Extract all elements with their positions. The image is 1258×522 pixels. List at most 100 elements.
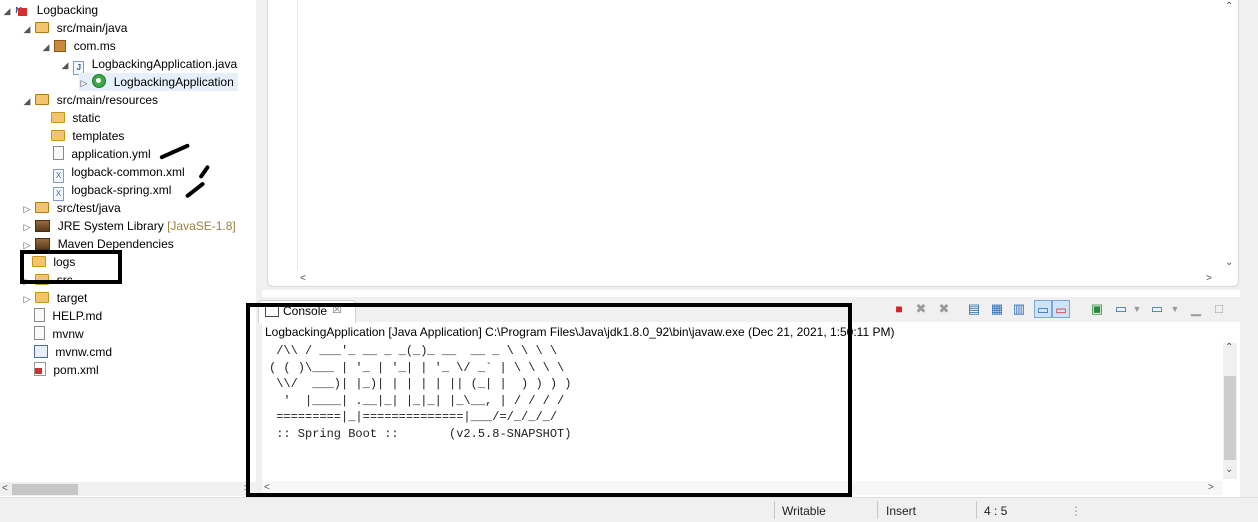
- editor-area: ⌃ ⌄ < >: [262, 0, 1240, 290]
- editor-gutter: [268, 0, 298, 270]
- tree-item-label: LogbackingApplication: [113, 75, 234, 89]
- scrollbar-thumb[interactable]: [1224, 376, 1236, 460]
- tree-item-com-ms[interactable]: ◢ com.ms: [41, 37, 116, 55]
- word-wrap-icon[interactable]: ▥: [1010, 300, 1028, 318]
- show-on-stderr-icon[interactable]: ▭: [1052, 300, 1070, 318]
- tree-item-help-md[interactable]: HELP.md: [34, 307, 102, 325]
- editor-vertical-scrollbar[interactable]: ⌃ ⌄: [1222, 0, 1238, 270]
- remove-launch-icon[interactable]: ✖: [912, 300, 930, 318]
- tree-item-label: JRE System Library: [57, 219, 164, 233]
- tree-item-static[interactable]: static: [51, 109, 100, 127]
- package-icon: [54, 40, 67, 52]
- status-cursor-position: 4 : 5: [984, 504, 1008, 518]
- collapse-arrow-icon[interactable]: ◢: [22, 20, 32, 38]
- terminate-icon[interactable]: ■: [890, 300, 908, 318]
- cmd-file-icon: [34, 345, 48, 358]
- scrollbar-thumb[interactable]: [12, 484, 78, 495]
- scroll-right-icon[interactable]: >: [1206, 272, 1212, 286]
- tree-item-label: logback-common.xml: [71, 165, 185, 179]
- status-separator: [877, 501, 878, 519]
- show-on-stdout-icon[interactable]: ▭: [1034, 300, 1052, 318]
- tree-item-label: mvnw: [52, 327, 84, 341]
- maximize-icon[interactable]: □: [1210, 300, 1228, 318]
- library-icon: [35, 220, 51, 232]
- status-writable: Writable: [782, 504, 826, 518]
- annotation-box-console: [246, 303, 852, 497]
- tree-item-label: HELP.md: [52, 309, 103, 323]
- tree-item-label: static: [72, 111, 101, 125]
- folder-icon: [51, 112, 65, 123]
- tree-item-logback-common-xml[interactable]: X logback-common.xml: [53, 163, 185, 183]
- tree-item-src-test-java[interactable]: ▷ src/test/java: [22, 199, 121, 217]
- folder-icon: [51, 130, 65, 141]
- source-folder-icon: [35, 22, 50, 33]
- expand-arrow-icon[interactable]: ▷: [79, 74, 89, 92]
- scroll-right-icon[interactable]: >: [1208, 481, 1214, 495]
- tree-item-label: pom.xml: [53, 363, 99, 377]
- expand-arrow-icon[interactable]: ▷: [22, 218, 32, 236]
- tree-item-label: application.yml: [71, 147, 151, 161]
- tree-item-logbacking-project[interactable]: ◢ M Logbacking: [2, 1, 99, 20]
- open-console-icon[interactable]: ▭: [1148, 300, 1166, 318]
- project-explorer: ◢ M Logbacking ◢ src/main/java ◢ com.ms …: [0, 0, 256, 497]
- tree-item-application-yml[interactable]: application.yml: [53, 145, 151, 163]
- chevron-down-icon[interactable]: ▼: [1166, 300, 1184, 318]
- remove-all-terminated-icon[interactable]: ✖: [935, 300, 953, 318]
- console-vertical-scrollbar[interactable]: ⌃ ⌄: [1223, 341, 1237, 479]
- expand-arrow-icon[interactable]: ▷: [22, 290, 32, 308]
- editor-horizontal-scrollbar[interactable]: < >: [298, 272, 1222, 286]
- source-folder-icon: [35, 94, 50, 105]
- text-editor[interactable]: ⌃ ⌄ < >: [267, 0, 1239, 287]
- tree-item-pom-xml[interactable]: pom.xml: [34, 361, 99, 379]
- collapse-arrow-icon[interactable]: ◢: [2, 2, 12, 20]
- clear-console-icon[interactable]: ▤: [965, 300, 983, 318]
- tree-item-logback-spring-xml[interactable]: X logback-spring.xml: [53, 181, 172, 201]
- explorer-horizontal-scrollbar[interactable]: < >: [0, 482, 256, 496]
- right-trim: [1240, 0, 1258, 497]
- minimize-icon[interactable]: ▁: [1187, 300, 1205, 318]
- status-insert-mode: Insert: [886, 504, 917, 518]
- source-folder-icon: [35, 202, 50, 213]
- pin-console-icon[interactable]: ▣: [1088, 300, 1106, 318]
- scroll-up-icon[interactable]: ⌃: [1225, 0, 1233, 14]
- scroll-down-icon[interactable]: ⌄: [1225, 463, 1233, 477]
- tree-item-label: mvnw.cmd: [55, 345, 113, 359]
- collapse-arrow-icon[interactable]: ◢: [22, 92, 32, 110]
- text-file-icon: [34, 326, 45, 340]
- tree-item-label: templates: [72, 129, 125, 143]
- text-file-icon: [53, 146, 64, 160]
- status-grip-icon: ⋮: [1070, 504, 1082, 518]
- tree-item-mvnw-cmd[interactable]: mvnw.cmd: [34, 343, 112, 361]
- collapse-arrow-icon[interactable]: ◢: [41, 38, 51, 56]
- scroll-down-icon[interactable]: ⌄: [1225, 256, 1233, 270]
- tree-item-mvnw[interactable]: mvnw: [34, 325, 84, 343]
- chevron-down-icon[interactable]: ▼: [1128, 300, 1146, 318]
- folder-icon: [35, 292, 50, 303]
- scroll-lock-icon[interactable]: ▦: [988, 300, 1006, 318]
- tree-item-label: com.ms: [73, 39, 116, 53]
- tree-item-logbacking-application-java[interactable]: ◢ J LogbackingApplication.java: [60, 55, 237, 75]
- tree-item-label: src/test/java: [56, 201, 121, 215]
- tree-item-label: target: [56, 291, 88, 305]
- tree-item-label: src/main/resources: [56, 93, 159, 107]
- tree-item-label: src/main/java: [56, 21, 128, 35]
- annotation-box-logs: [20, 250, 122, 284]
- maven-project-icon: M: [15, 2, 29, 16]
- tree-item-target[interactable]: ▷ target: [22, 289, 88, 308]
- tree-item-jre-system-library[interactable]: ▷ JRE System Library [JavaSE-1.8]: [22, 217, 236, 235]
- status-separator: [976, 501, 977, 519]
- tree-item-templates[interactable]: templates: [51, 127, 124, 145]
- scroll-left-icon[interactable]: <: [2, 482, 8, 496]
- status-bar: Writable Insert 4 : 5 ⋮: [0, 497, 1258, 522]
- spring-boot-class-icon: [92, 74, 107, 88]
- tree-item-src-main-resources[interactable]: ◢ src/main/resources: [22, 91, 159, 110]
- collapse-arrow-icon[interactable]: ◢: [60, 56, 70, 74]
- scroll-left-icon[interactable]: <: [300, 272, 306, 286]
- tree-item-label: logback-spring.xml: [71, 183, 172, 197]
- jre-version-tag: [JavaSE-1.8]: [167, 219, 236, 233]
- tree-item-logbacking-application-class[interactable]: ▷ LogbackingApplication: [79, 73, 238, 91]
- expand-arrow-icon[interactable]: ▷: [22, 200, 32, 218]
- scroll-up-icon[interactable]: ⌃: [1225, 341, 1233, 355]
- pom-file-icon: [34, 362, 46, 376]
- tree-item-src-main-java[interactable]: ◢ src/main/java: [22, 19, 128, 38]
